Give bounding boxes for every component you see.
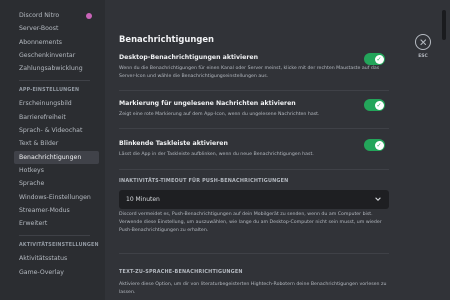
sidebar-item-label: Barrierefreiheit [19, 113, 66, 121]
desktop-notifications-toggle[interactable]: ✓ [364, 53, 385, 65]
setting-unread-badge: Markierung für ungelesene Nachrichten ak… [119, 99, 405, 119]
sidebar-divider [19, 235, 90, 237]
setting-desktop-notifications: Desktop-Benachrichtigungen aktivieren We… [119, 53, 405, 80]
setting-title: Desktop-Benachrichtigungen aktivieren [119, 54, 259, 61]
sidebar-item-label: Game-Overlay [19, 268, 64, 276]
sidebar-item-label: Windows-Einstellungen [19, 193, 91, 201]
sidebar-item-discord-nitro[interactable]: Discord Nitro [0, 9, 105, 22]
sidebar-item-activity-status[interactable]: Aktivitätsstatus [0, 252, 105, 265]
sidebar-item-gift-inventory[interactable]: Geschenkinventar [0, 49, 105, 62]
section-divider [119, 169, 389, 170]
sidebar-divider [19, 80, 90, 82]
tts-heading: TEXT-ZU-SPRACHE-BENACHRICHTIGUNGEN [119, 269, 243, 275]
setting-description: Zeigt eine rote Markierung auf dem App-I… [119, 112, 320, 117]
sidebar-heading-activity-settings: AKTIVITÄTSEINSTELLUNGEN [19, 243, 99, 249]
tts-description: Aktiviere diese Option, um dir von liter… [119, 282, 387, 295]
push-timeout-select[interactable]: 10 Minuten [119, 190, 389, 209]
sidebar-item-notifications[interactable]: Benachrichtigungen [14, 150, 99, 164]
sidebar-item-server-boost[interactable]: Server-Boost [0, 22, 105, 35]
setting-description: Wenn du die Benachrichtigungen für einen… [119, 66, 380, 79]
sidebar-item-label: Geschenkinventar [19, 51, 76, 59]
setting-title: Markierung für ungelesene Nachrichten ak… [119, 100, 296, 107]
sidebar-item-subscriptions[interactable]: Abonnements [0, 36, 105, 49]
settings-sidebar: Discord Nitro Server-Boost Abonnements G… [0, 0, 105, 300]
section-divider [119, 90, 389, 91]
close-settings: ESC [414, 34, 432, 59]
sidebar-item-label: Text & Bilder [19, 140, 59, 148]
sidebar-item-label: Erscheinungsbild [19, 100, 72, 108]
setting-description: Lässt die App in der Taskleiste aufblink… [119, 152, 314, 157]
sidebar-item-label: Sprach- & Videochat [19, 127, 83, 135]
sidebar-item-label: Zahlungsabwicklung [19, 65, 83, 73]
sidebar-item-label: Abonnements [19, 38, 63, 46]
setting-taskbar-flash: Blinkende Taskleiste aktivieren Lässt di… [119, 139, 405, 159]
scrollbar[interactable] [442, 10, 446, 40]
select-value: 10 Minuten [126, 196, 160, 203]
sidebar-item-game-overlay[interactable]: Game-Overlay [0, 266, 105, 279]
chevron-down-icon [375, 197, 381, 201]
sidebar-item-appearance[interactable]: Erscheinungsbild [0, 97, 105, 110]
close-icon [419, 38, 426, 45]
unread-badge-toggle[interactable]: ✓ [364, 99, 385, 111]
esc-label: ESC [418, 54, 428, 59]
sidebar-item-label: Sprache [19, 180, 45, 188]
sidebar-item-accessibility[interactable]: Barrierefreiheit [0, 111, 105, 124]
sidebar-item-voice-video[interactable]: Sprach- & Videochat [0, 124, 105, 137]
sidebar-item-label: Erweitert [19, 220, 48, 228]
sidebar-item-billing[interactable]: Zahlungsabwicklung [0, 62, 105, 75]
section-divider [119, 128, 389, 129]
sidebar-item-advanced[interactable]: Erweitert [0, 217, 105, 230]
close-button[interactable] [415, 34, 431, 50]
setting-title: Blinkende Taskleiste aktivieren [119, 140, 228, 147]
sidebar-item-label: Server-Boost [19, 25, 59, 33]
nitro-badge-icon [86, 13, 92, 19]
push-timeout-description: Discord vermeidet es, Push-Benachrichtig… [119, 212, 382, 233]
checkmark-icon: ✓ [374, 54, 384, 64]
sidebar-item-text-images[interactable]: Text & Bilder [0, 137, 105, 150]
checkmark-icon: ✓ [374, 100, 384, 110]
settings-content: Benachrichtigungen Desktop-Benachrichtig… [105, 0, 405, 300]
checkmark-icon: ✓ [374, 140, 384, 150]
sidebar-item-label: Benachrichtigungen [19, 153, 82, 161]
sidebar-item-keybinds[interactable]: Hotkeys [0, 164, 105, 177]
sidebar-item-label: Aktivitätsstatus [19, 255, 68, 263]
push-timeout-heading: INAKTIVITÄTS-TIMEOUT FÜR PUSH-BENACHRICH… [119, 178, 289, 184]
sidebar-item-label: Discord Nitro [19, 12, 60, 19]
sidebar-item-windows-settings[interactable]: Windows-Einstellungen [0, 191, 105, 204]
taskbar-flash-toggle[interactable]: ✓ [364, 139, 385, 151]
sidebar-item-language[interactable]: Sprache [0, 177, 105, 190]
sidebar-item-label: Streamer-Modus [19, 206, 70, 214]
page-title: Benachrichtigungen [119, 34, 214, 44]
sidebar-item-streamer-mode[interactable]: Streamer-Modus [0, 204, 105, 217]
sidebar-item-label: Hotkeys [19, 166, 44, 174]
section-divider [119, 253, 389, 254]
sidebar-heading-app-settings: APP-EINSTELLUNGEN [19, 88, 80, 94]
